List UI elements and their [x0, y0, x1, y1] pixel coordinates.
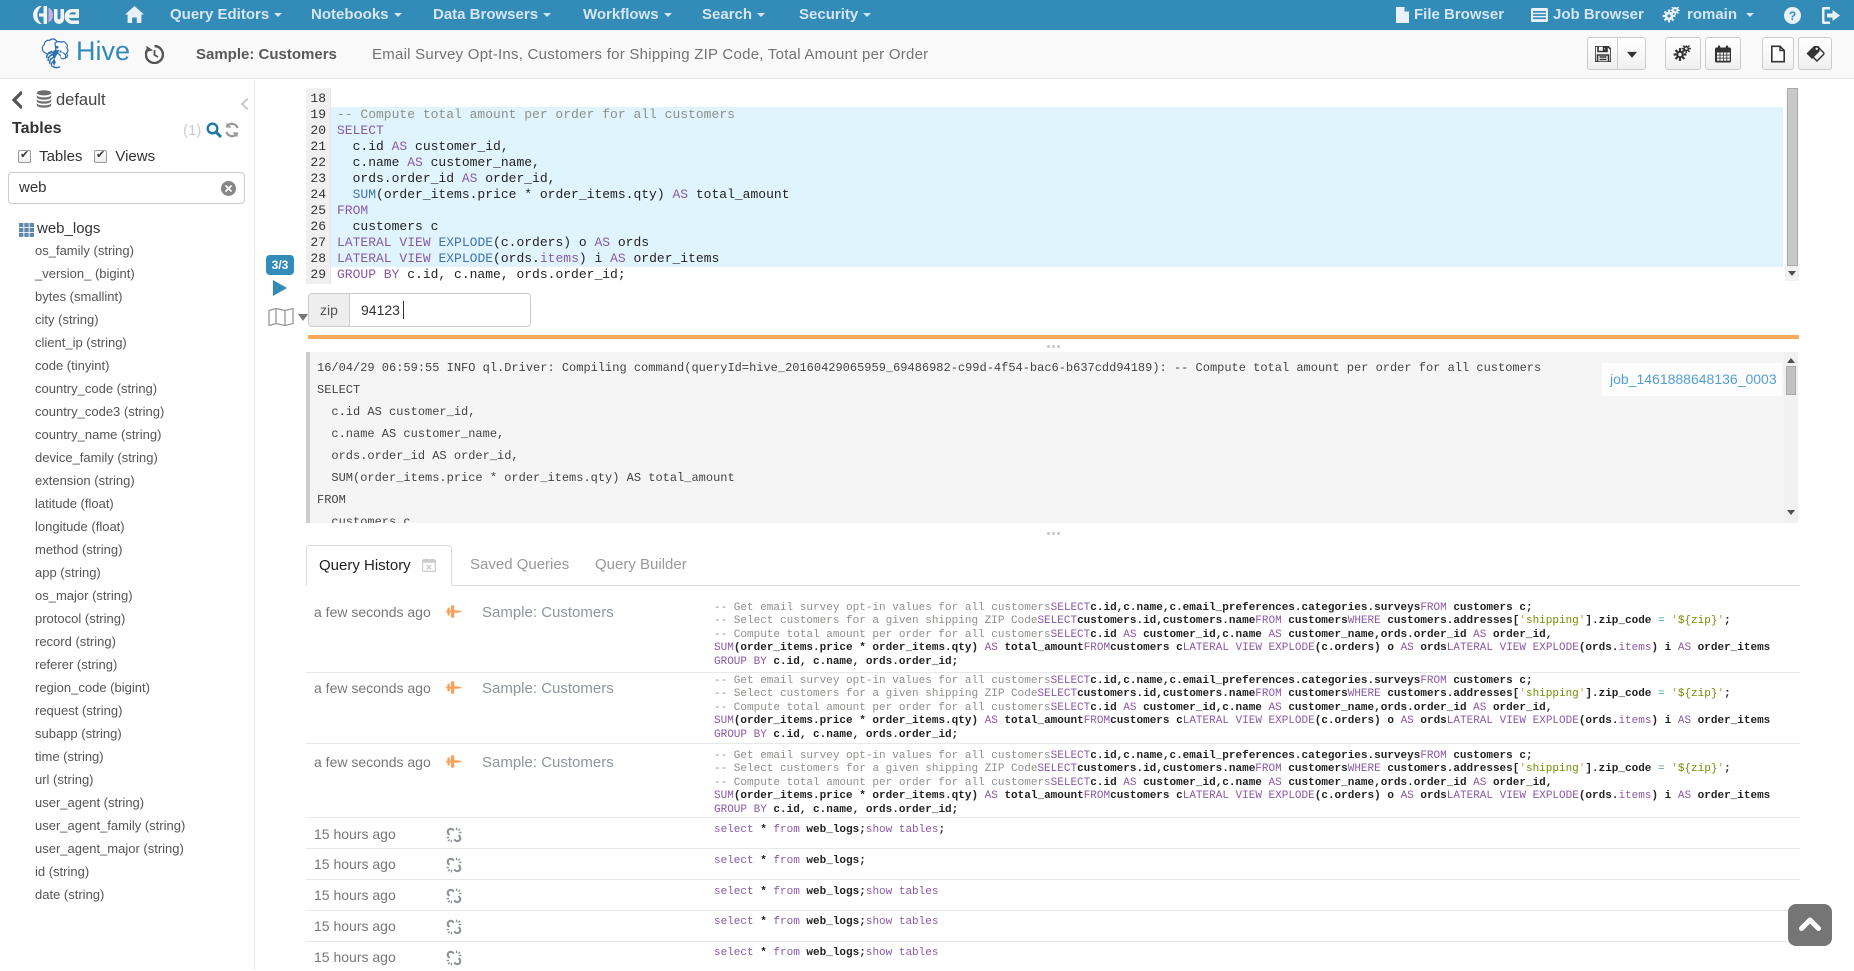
- svg-text:?: ?: [1789, 9, 1796, 23]
